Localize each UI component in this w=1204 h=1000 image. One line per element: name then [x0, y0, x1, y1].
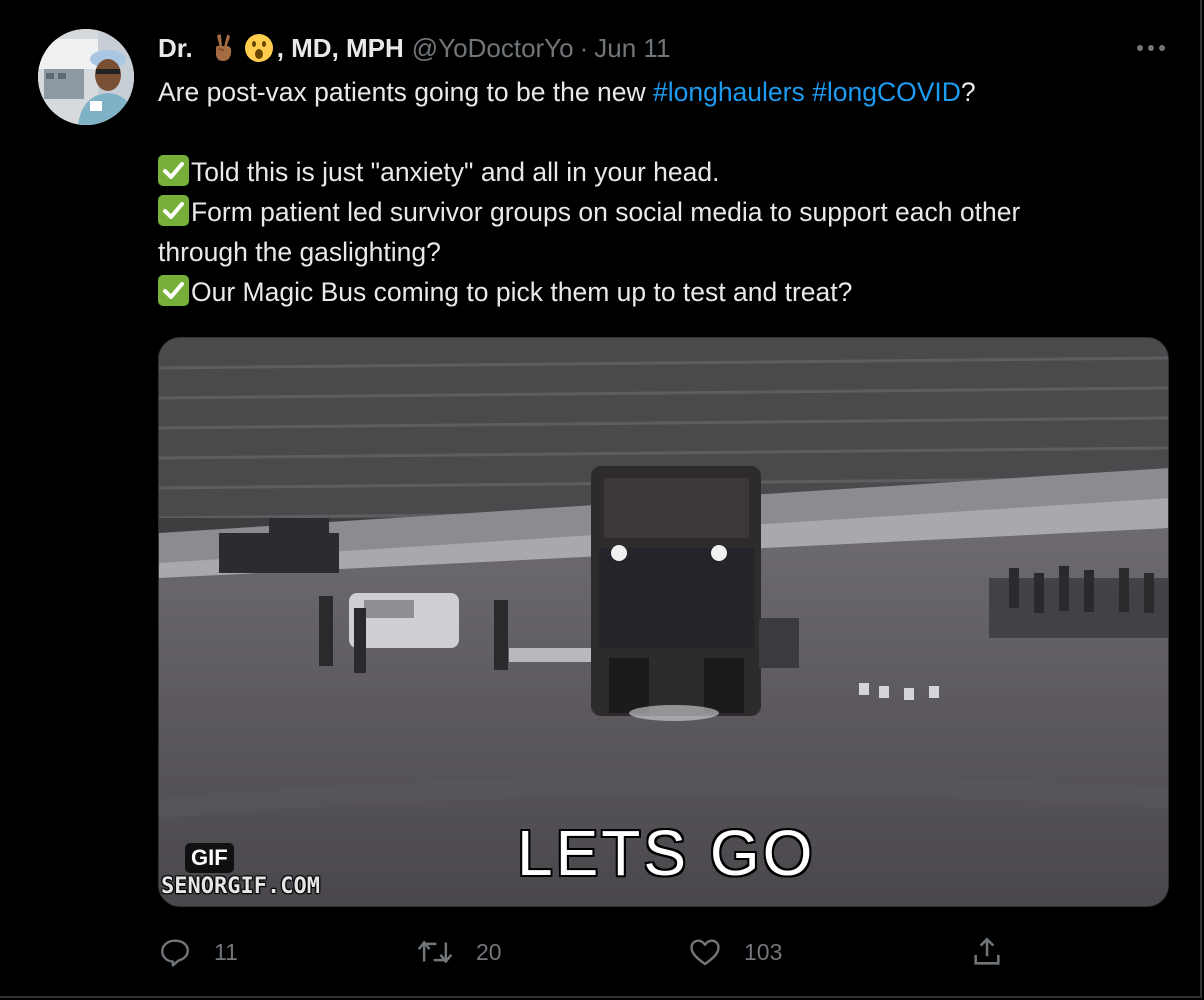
separator-dot: ·	[579, 33, 589, 63]
item-text: Form patient led survivor groups on soci…	[191, 197, 1021, 227]
gif-badge: GIF	[185, 843, 234, 873]
gif-media[interactable]: LETS GO GIF SENORGIF.COM	[158, 337, 1169, 907]
retweet-count: 20	[476, 938, 502, 965]
item-text: Our Magic Bus coming to pick them up to …	[191, 277, 853, 307]
tweet-card[interactable]: Dr. , MD, MPH @YoDoctorYo · Jun 11 Are p…	[0, 0, 1202, 998]
check-mark-icon	[158, 195, 189, 226]
retweet-icon	[417, 940, 453, 964]
hashtag-longhaulers[interactable]: #longhaulers	[653, 77, 805, 107]
retweet-button[interactable]: 20	[416, 930, 502, 974]
tweet-actions: 11 20 103	[158, 930, 1018, 974]
item-text: Told this is just "anxiety" and all in y…	[191, 157, 720, 187]
gif-watermark: SENORGIF.COM	[161, 874, 320, 899]
gif-caption: LETS GO	[517, 817, 816, 889]
victory-hand-emoji-icon	[215, 34, 231, 61]
name-prefix: Dr.	[158, 33, 193, 63]
astonished-face-emoji-icon	[244, 34, 273, 62]
reply-count: 11	[214, 938, 238, 965]
tweet-line-item-3: Our Magic Bus coming to pick them up to …	[158, 272, 1158, 312]
tweet-header: Dr. , MD, MPH @YoDoctorYo · Jun 11	[158, 30, 670, 66]
reply-icon	[161, 939, 189, 967]
more-options-button[interactable]	[1134, 36, 1168, 60]
avatar-image	[38, 29, 134, 125]
name-suffix: , MD, MPH	[276, 33, 404, 63]
display-name[interactable]: Dr. , MD, MPH	[158, 30, 404, 66]
tweet-text: Are post-vax patients going to be the ne…	[158, 72, 1158, 312]
share-icon	[974, 937, 1000, 965]
author-handle[interactable]: @YoDoctorYo	[412, 30, 574, 66]
more-dots-icon	[1137, 45, 1165, 51]
tweet-line-item-2-cont: through the gaslighting?	[158, 232, 1158, 272]
like-count: 103	[744, 938, 783, 965]
tweet-line-item-2: Form patient led survivor groups on soci…	[158, 192, 1158, 232]
hashtag-longcovid[interactable]: #longCOVID	[812, 77, 961, 107]
avatar[interactable]	[38, 29, 134, 125]
text-segment: Are post-vax patients going to be the ne…	[158, 77, 653, 107]
check-mark-icon	[158, 155, 189, 186]
text-segment: ?	[960, 77, 976, 107]
share-button[interactable]	[970, 930, 1004, 974]
tweet-line-1: Are post-vax patients going to be the ne…	[158, 72, 1158, 112]
tweet-date[interactable]: Jun 11	[594, 30, 670, 66]
item-text: through the gaslighting?	[158, 237, 441, 267]
check-mark-icon	[158, 275, 189, 306]
reply-button[interactable]: 11	[158, 930, 238, 974]
like-button[interactable]: 103	[688, 930, 782, 974]
tweet-line-item-1: Told this is just "anxiety" and all in y…	[158, 152, 1158, 192]
heart-icon	[690, 939, 720, 966]
